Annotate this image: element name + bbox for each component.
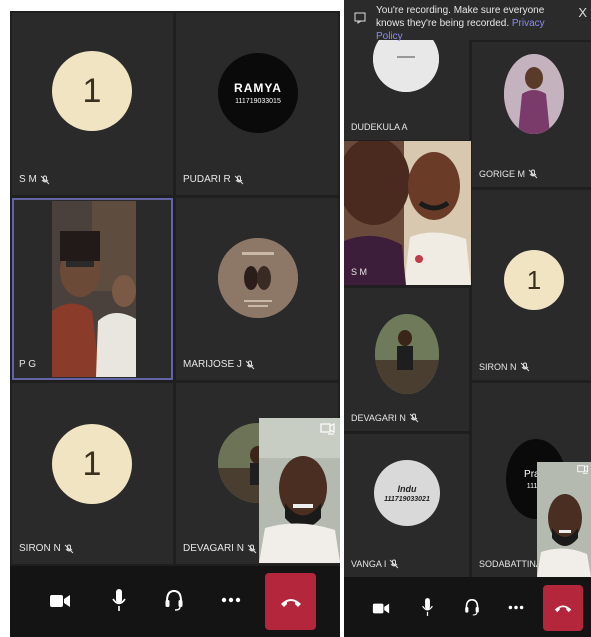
mic-muted-icon — [40, 175, 50, 184]
participant-tile-siron-right[interactable]: 1 SIRON N — [472, 190, 591, 380]
participant-avatar: 1 — [52, 51, 132, 131]
participant-name: P G — [19, 359, 37, 370]
avatar-initial: 1 — [526, 264, 542, 295]
video-frame-image — [52, 201, 136, 377]
hang-up-button[interactable] — [543, 585, 583, 631]
avatar-name-text: Indu — [397, 483, 417, 494]
self-view-image — [259, 418, 340, 563]
participant-name-label: S M — [351, 267, 367, 277]
mic-muted-icon — [245, 360, 255, 369]
participant-name-label: MARIJOSE J — [183, 359, 255, 370]
participant-avatar-photo — [218, 238, 298, 318]
more-options-button[interactable] — [507, 601, 525, 613]
left-call-window: 1 S M RAMYA 111719033015 PUDARI R P G MA… — [10, 11, 340, 637]
participant-name: S M — [19, 174, 37, 185]
recording-banner: You're recording. Make sure everyone kno… — [344, 0, 591, 42]
call-controls-bar — [10, 566, 340, 637]
participant-name: VANGA I — [351, 559, 387, 569]
participant-name-label: S M — [19, 174, 50, 185]
participant-tile-pudari[interactable]: RAMYA 111719033015 PUDARI R — [176, 13, 338, 195]
headset-icon — [165, 589, 183, 611]
phone-hangup-icon — [554, 605, 572, 613]
right-call-window: DUDEKULA A GORIGE M S M 1 SIRON N DEVAGA… — [344, 0, 591, 637]
participant-name-label: GORIGE M — [479, 169, 538, 179]
mic-muted-icon — [247, 544, 257, 553]
participant-name: PUDARI R — [183, 174, 231, 185]
participant-name-label: VANGA I — [351, 559, 399, 569]
avatar-id-text: 111719033021 — [384, 495, 430, 503]
participant-name: DEVAGARI N — [351, 413, 406, 423]
microphone-icon — [112, 589, 126, 611]
mic-muted-icon — [409, 413, 419, 423]
avatar-initial: 1 — [82, 71, 102, 110]
participant-name: SIRON N — [479, 362, 517, 372]
participant-video — [52, 201, 136, 377]
camera-button[interactable] — [371, 599, 391, 617]
self-view-video[interactable] — [259, 418, 340, 563]
avatar-image — [375, 314, 439, 394]
close-banner-button[interactable]: X — [578, 6, 587, 19]
more-dots-icon — [221, 597, 241, 603]
participant-name-label: SIRON N — [19, 543, 74, 554]
avatar-image — [504, 54, 564, 134]
call-controls-bar — [344, 577, 591, 637]
participant-tile-sm[interactable]: 1 S M — [12, 13, 173, 195]
participant-tile-marijose[interactable]: MARIJOSE J — [176, 198, 338, 380]
microphone-button[interactable] — [108, 586, 130, 614]
recording-info-icon — [354, 12, 366, 24]
phone-hangup-icon — [280, 598, 301, 607]
self-view-video[interactable] — [537, 462, 591, 577]
participant-video — [344, 141, 471, 285]
avatar-name-text: RAMYA — [234, 81, 282, 95]
participant-name-label: DEVAGARI N — [183, 543, 257, 554]
self-view-image — [537, 462, 591, 577]
video-camera-icon — [372, 603, 390, 613]
microphone-icon — [421, 598, 433, 616]
mic-muted-icon — [234, 175, 244, 184]
camera-button[interactable] — [48, 590, 72, 612]
avatar-image — [218, 238, 298, 318]
participant-avatar-photo — [504, 54, 564, 134]
participant-avatar: 1 — [52, 424, 132, 504]
participant-name: DUDEKULA A — [351, 122, 408, 132]
participant-name-label: DEVAGARI N — [351, 413, 419, 423]
participant-name: SIRON N — [19, 543, 61, 554]
participant-name-label: DUDEKULA A — [351, 122, 408, 132]
participant-tile-devagari-right[interactable]: DEVAGARI N — [344, 288, 469, 431]
headset-icon — [465, 598, 479, 616]
mic-muted-icon — [390, 559, 399, 569]
more-options-button[interactable] — [220, 592, 242, 608]
participant-name: DEVAGARI N — [183, 543, 244, 554]
participant-avatar: Indu 111719033021 — [374, 460, 440, 526]
participant-tile-sm-video[interactable]: S M — [344, 141, 471, 285]
audio-output-button[interactable] — [462, 595, 482, 619]
participant-avatar-photo — [375, 314, 439, 394]
participant-avatar: 1 — [504, 250, 564, 310]
participant-tile-siron[interactable]: 1 SIRON N — [12, 383, 173, 564]
participant-avatar: RAMYA 111719033015 — [218, 53, 298, 133]
participant-name-label: P G — [19, 359, 36, 370]
participant-name-label: PUDARI R — [183, 174, 244, 185]
microphone-button[interactable] — [418, 595, 436, 619]
participant-name: GORIGE M — [479, 169, 526, 179]
hang-up-button[interactable] — [265, 573, 316, 630]
participant-name: MARIJOSE J — [183, 359, 242, 370]
mic-muted-icon — [528, 169, 538, 179]
avatar-initial: 1 — [82, 444, 102, 483]
participant-tile-gorige[interactable]: GORIGE M — [472, 42, 591, 187]
avatar-id-text: 111719033015 — [235, 98, 281, 105]
participant-tile-pg[interactable]: P G — [12, 198, 173, 380]
mic-muted-icon — [520, 362, 529, 372]
participant-tile-vanga[interactable]: Indu 111719033021 VANGA I — [344, 434, 469, 577]
audio-output-button[interactable] — [162, 586, 186, 614]
participant-name-label: SIRON N — [479, 362, 530, 372]
switch-camera-icon[interactable] — [577, 464, 589, 475]
video-camera-icon — [50, 595, 70, 607]
more-dots-icon — [508, 605, 524, 609]
participant-name: S M — [351, 267, 368, 277]
mic-muted-icon — [64, 544, 74, 553]
switch-camera-icon[interactable] — [320, 422, 336, 436]
